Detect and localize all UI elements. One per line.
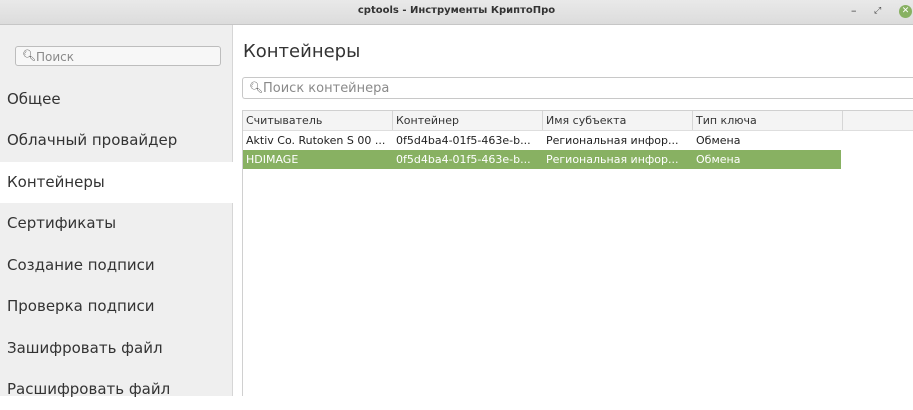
sidebar-item-containers[interactable]: Контейнеры	[0, 162, 233, 203]
column-header-container[interactable]: Контейнер	[393, 111, 543, 130]
cell-key-type: Обмена	[696, 134, 741, 147]
sidebar-item-cloud-provider[interactable]: Облачный провайдер	[0, 120, 232, 161]
sidebar-search-input[interactable]: 🔍︎ Поиск	[15, 46, 221, 66]
containers-table: Считыватель Контейнер Имя субъекта Тип к…	[242, 110, 913, 396]
column-header-subject-name[interactable]: Имя субъекта	[543, 111, 693, 130]
sidebar-item-certificates[interactable]: Сертификаты	[0, 203, 232, 244]
cell-key-type: Обмена	[696, 153, 741, 166]
table-header: Считыватель Контейнер Имя субъекта Тип к…	[243, 111, 913, 131]
cell-container: 0f5d4ba4-01f5-463e-b...	[396, 153, 531, 166]
maximize-icon[interactable]: ⤢	[874, 3, 881, 19]
minimize-icon[interactable]: –	[851, 3, 857, 19]
container-search-placeholder: Поиск контейнера	[263, 81, 390, 96]
sidebar-item-create-signature[interactable]: Создание подписи	[0, 245, 232, 286]
table-row[interactable]: Aktiv Co. Rutoken S 00 ... 0f5d4ba4-01f5…	[243, 131, 913, 150]
sidebar-item-general[interactable]: Общее	[0, 79, 232, 120]
search-icon: 🔍︎	[22, 49, 36, 62]
sidebar: 🔍︎ Поиск Общее Облачный провайдер Контей…	[0, 25, 233, 398]
sidebar-item-verify-signature[interactable]: Проверка подписи	[0, 286, 232, 327]
cell-reader: Aktiv Co. Rutoken S 00 ...	[246, 134, 386, 147]
sidebar-item-decrypt-file[interactable]: Расшифровать файл	[0, 369, 232, 410]
cell-reader: HDIMAGE	[246, 153, 299, 166]
column-header-reader[interactable]: Считыватель	[243, 111, 393, 130]
window-title: cptools - Инструменты КриптоПро	[357, 5, 556, 16]
sidebar-item-encrypt-file[interactable]: Зашифровать файл	[0, 328, 232, 369]
search-icon: 🔍︎	[249, 81, 263, 94]
column-header-empty	[843, 111, 913, 130]
container-search-input[interactable]: 🔍︎ Поиск контейнера	[242, 77, 913, 99]
close-icon[interactable]: ✕	[899, 5, 912, 18]
table-row-selected[interactable]: HDIMAGE 0f5d4ba4-01f5-463e-b... Регионал…	[243, 150, 841, 169]
sidebar-search-placeholder: Поиск	[36, 50, 75, 64]
cell-container: 0f5d4ba4-01f5-463e-b...	[396, 134, 531, 147]
cell-subject-name: Региональная инфор...	[546, 134, 679, 147]
page-title: Контейнеры	[243, 41, 361, 62]
column-header-key-type[interactable]: Тип ключа	[693, 111, 843, 130]
cell-subject-name: Региональная инфор...	[546, 153, 679, 166]
title-bar: cptools - Инструменты КриптоПро – ⤢ ✕	[0, 0, 913, 25]
